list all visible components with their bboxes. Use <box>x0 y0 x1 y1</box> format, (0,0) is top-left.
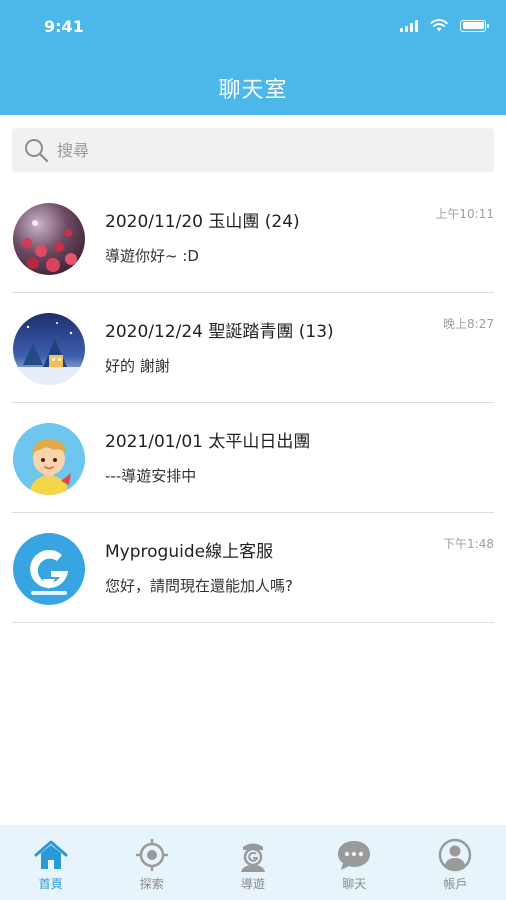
chat-item[interactable]: 2020/11/20 玉山團 (24) 導遊你好~ :D 上午10:11 <box>12 183 494 293</box>
page-title: 聊天室 <box>218 78 288 103</box>
tab-guide[interactable]: 導遊 <box>202 825 303 900</box>
wifi-icon <box>430 19 448 32</box>
app-header: 9:41 聊天室 <box>0 0 506 115</box>
chat-last-message: 導遊你好~ :D <box>105 247 199 265</box>
avatar <box>13 533 85 605</box>
chat-timestamp: 下午1:48 <box>443 537 494 551</box>
chat-last-message: 好的 謝謝 <box>105 357 170 375</box>
target-icon <box>135 839 168 871</box>
tab-label: 首頁 <box>38 877 63 891</box>
avatar <box>13 203 85 275</box>
chat-item[interactable]: 2021/01/01 太平山日出團 ---導遊安排中 <box>12 403 494 513</box>
chat-item[interactable]: 2020/12/24 聖誕踏青團 (13) 好的 謝謝 晚上8:27 <box>12 293 494 403</box>
search-icon <box>25 139 49 163</box>
chat-list: 2020/11/20 玉山團 (24) 導遊你好~ :D 上午10:11 202… <box>0 183 506 623</box>
chat-last-message: 您好，請問現在還能加人嗎? <box>105 577 293 595</box>
chat-bubble-icon <box>338 841 371 870</box>
chat-name: Myproguide線上客服 <box>105 542 274 562</box>
signal-icon <box>400 19 418 32</box>
avatar <box>13 313 85 385</box>
chat-last-message: ---導遊安排中 <box>105 467 197 485</box>
home-icon <box>34 840 68 869</box>
bottom-tab-bar: 首頁 探索 導遊 聊天 帳戶 <box>0 825 506 900</box>
tab-label: 聊天 <box>342 877 367 891</box>
avatar <box>13 423 85 495</box>
tab-label: 帳戶 <box>443 877 468 891</box>
chat-item[interactable]: Myproguide線上客服 您好，請問現在還能加人嗎? 下午1:48 <box>12 513 494 623</box>
chat-name: 2021/01/01 太平山日出團 <box>105 432 311 452</box>
tab-chat[interactable]: 聊天 <box>304 825 405 900</box>
account-icon <box>439 838 472 872</box>
guide-icon <box>241 843 265 872</box>
status-time: 9:41 <box>44 17 84 36</box>
tab-label: 探索 <box>139 877 164 891</box>
tab-account[interactable]: 帳戶 <box>405 825 506 900</box>
tab-home[interactable]: 首頁 <box>0 825 101 900</box>
tab-label: 導遊 <box>241 877 266 891</box>
chat-timestamp: 上午10:11 <box>435 207 494 221</box>
search-input[interactable] <box>57 140 494 160</box>
search-bar[interactable] <box>12 128 494 172</box>
tab-explore[interactable]: 探索 <box>101 825 202 900</box>
chat-timestamp: 晚上8:27 <box>443 317 494 331</box>
chat-name: 2020/12/24 聖誕踏青團 (13) <box>105 322 334 342</box>
battery-icon <box>460 19 489 32</box>
status-icons <box>400 19 489 32</box>
chat-name: 2020/11/20 玉山團 (24) <box>105 212 300 232</box>
